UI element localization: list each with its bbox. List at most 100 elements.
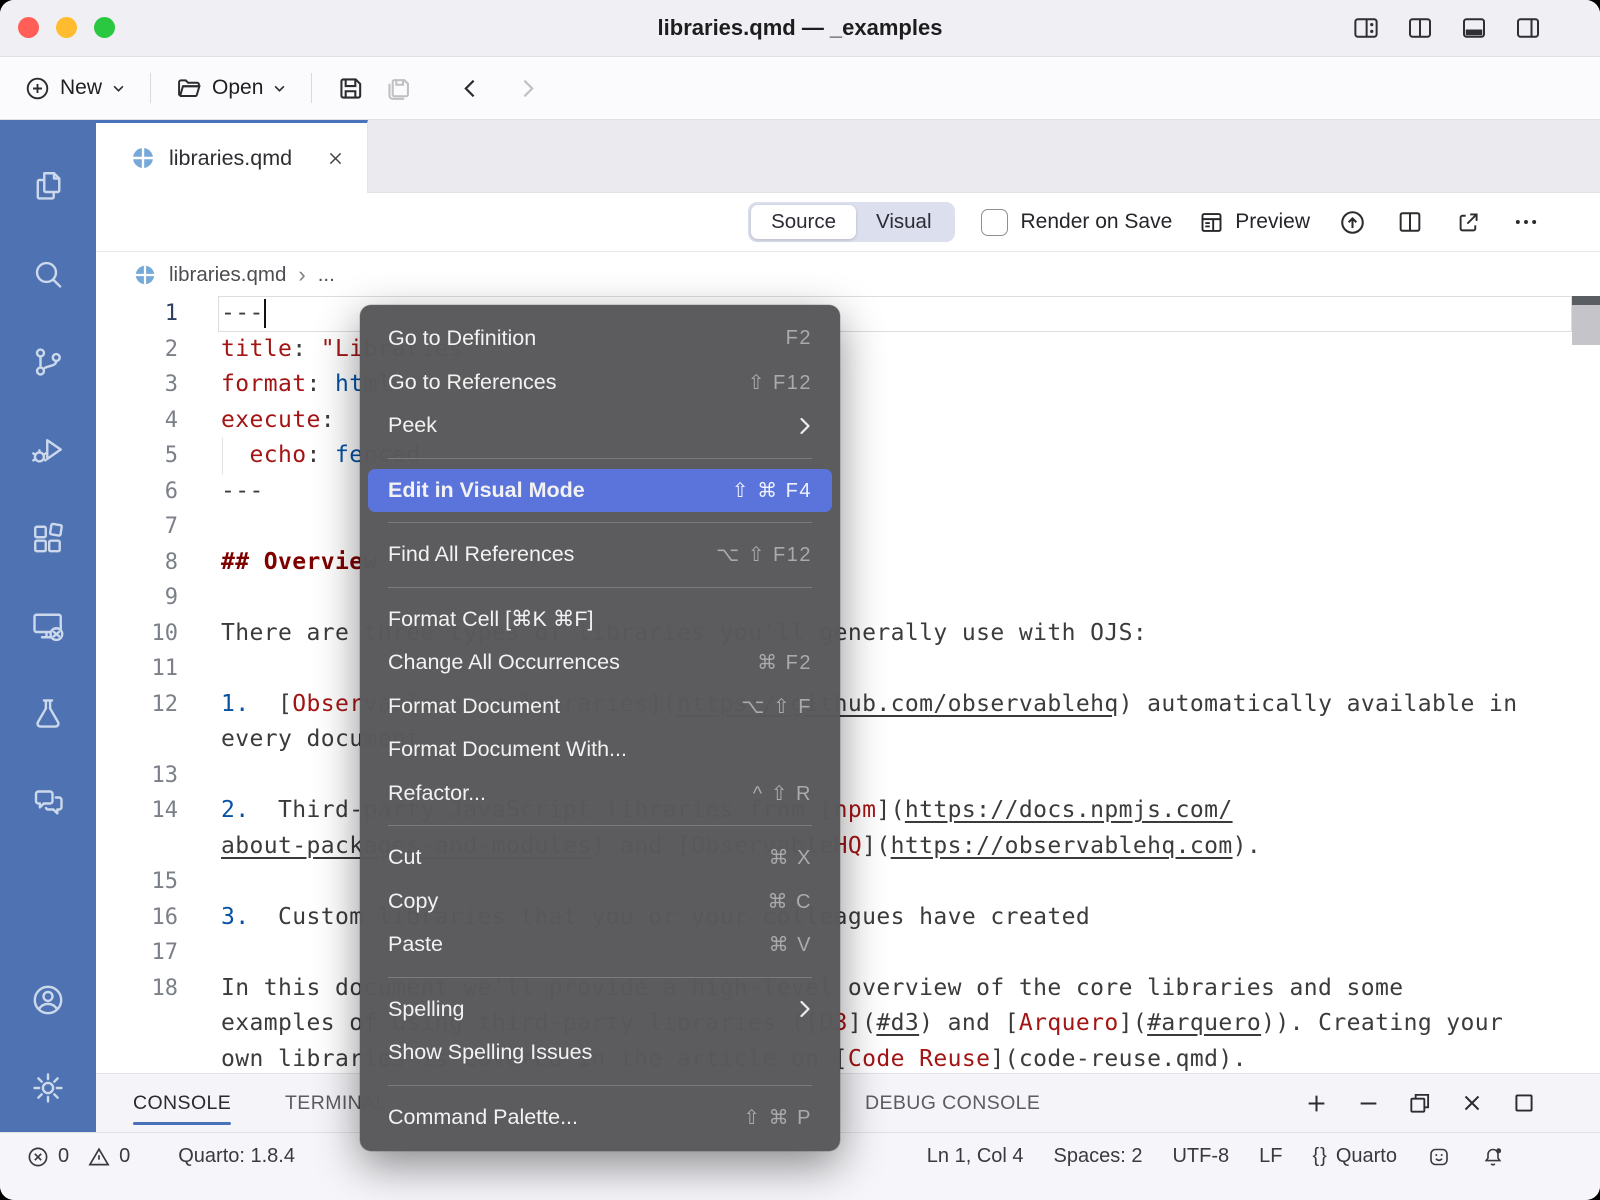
menu-item-format-cell-k-f[interactable]: Format Cell [⌘K ⌘F] xyxy=(360,598,840,642)
menu-item-spelling[interactable]: Spelling xyxy=(360,988,840,1032)
open-button-label: Open xyxy=(212,76,263,100)
code-line-17[interactable]: 17 xyxy=(96,935,1600,971)
sidebar-item-account[interactable] xyxy=(0,956,96,1044)
quarto-version[interactable]: Quarto: 1.8.4 xyxy=(178,1145,295,1168)
tab-libraries-qmd[interactable]: libraries.qmd xyxy=(96,120,368,193)
code-line-3[interactable]: 3format: html xyxy=(96,367,1600,403)
language-mode[interactable]: {} Quarto xyxy=(1312,1145,1397,1168)
code-line-wrap[interactable]: examples of using third-party libraries … xyxy=(96,1006,1600,1042)
panel-tab-console[interactable]: CONSOLE xyxy=(133,1074,231,1132)
render-on-save-toggle[interactable]: Render on Save xyxy=(981,209,1173,236)
editor-context-menu: Go to DefinitionF2Go to References⇧ F12P… xyxy=(360,305,840,1151)
code-line-6[interactable]: 6--- xyxy=(96,474,1600,510)
menu-item-command-palette[interactable]: Command Palette...⇧ ⌘ P xyxy=(360,1096,840,1140)
new-console-icon[interactable] xyxy=(1302,1089,1330,1117)
code-line-11[interactable]: 11 xyxy=(96,651,1600,687)
close-tab-icon[interactable] xyxy=(326,149,345,168)
code-editor[interactable]: 1---2title: "Libraries"3format: html4exe… xyxy=(96,296,1600,1073)
code-line-8[interactable]: 8## Overview xyxy=(96,545,1600,581)
panel-tab-debug-console[interactable]: DEBUG CONSOLE xyxy=(865,1074,1040,1132)
feedback-smiley-icon[interactable] xyxy=(1427,1145,1451,1169)
minimize-panel-icon[interactable] xyxy=(1354,1089,1382,1117)
split-editor-icon[interactable] xyxy=(1404,12,1436,44)
code-line-13[interactable]: 13 xyxy=(96,758,1600,794)
source-mode-button[interactable]: Source xyxy=(751,205,856,239)
submenu-chevron-icon xyxy=(797,415,812,437)
code-line-4[interactable]: 4execute: xyxy=(96,403,1600,439)
menu-item-label: Format Cell [⌘K ⌘F] xyxy=(388,607,812,632)
code-line-2[interactable]: 2title: "Libraries" xyxy=(96,332,1600,368)
sidebar-item-testing[interactable] xyxy=(0,670,96,758)
open-external-icon[interactable] xyxy=(1452,206,1484,238)
eol-sequence[interactable]: LF xyxy=(1259,1145,1282,1168)
code-line-7[interactable]: 7 xyxy=(96,509,1600,545)
sidebar-item-chat[interactable] xyxy=(0,758,96,846)
menu-item-show-spelling-issues[interactable]: Show Spelling Issues xyxy=(360,1031,840,1075)
open-button[interactable]: Open xyxy=(173,70,289,106)
code-line-15[interactable]: 15 xyxy=(96,864,1600,900)
menu-item-go-to-definition[interactable]: Go to DefinitionF2 xyxy=(360,317,840,361)
back-button[interactable] xyxy=(456,72,485,105)
code-line-5[interactable]: 5 echo: fenced xyxy=(96,438,1600,474)
problems-indicator[interactable]: 0 0 xyxy=(26,1145,130,1169)
indentation[interactable]: Spaces: 2 xyxy=(1054,1145,1143,1168)
activity-bar xyxy=(0,120,96,1132)
code-line-9[interactable]: 9 xyxy=(96,580,1600,616)
breadcrumb-file[interactable]: libraries.qmd xyxy=(169,263,286,287)
toggle-panel-icon[interactable] xyxy=(1458,12,1490,44)
breadcrumb-more[interactable]: ... xyxy=(318,263,335,287)
sidebar-item-search[interactable] xyxy=(0,230,96,318)
forward-button[interactable] xyxy=(513,72,542,105)
close-window-button[interactable] xyxy=(18,17,39,38)
menu-item-copy[interactable]: Copy⌘ C xyxy=(360,880,840,924)
maximize-panel-icon[interactable] xyxy=(1510,1089,1538,1117)
render-on-save-checkbox[interactable] xyxy=(981,209,1008,236)
menu-item-find-all-references[interactable]: Find All References⌥ ⇧ F12 xyxy=(360,533,840,577)
menu-item-refactor[interactable]: Refactor...^ ⇧ R xyxy=(360,772,840,816)
code-line-16[interactable]: 163. Custom libraries that you or your c… xyxy=(96,900,1600,936)
code-line-wrap[interactable]: every document. xyxy=(96,722,1600,758)
customize-layout-icon[interactable] xyxy=(1350,12,1382,44)
code-line-1[interactable]: 1--- xyxy=(96,296,1600,332)
sidebar-item-remote-sessions[interactable] xyxy=(0,582,96,670)
preview-button[interactable]: Preview xyxy=(1198,209,1310,236)
code-line-18[interactable]: 18In this document we'll provide a high-… xyxy=(96,971,1600,1007)
menu-item-format-document-with[interactable]: Format Document With... xyxy=(360,728,840,772)
sidebar-item-explorer[interactable] xyxy=(0,142,96,230)
notifications-bell-icon[interactable] xyxy=(1481,1145,1505,1169)
text-cursor xyxy=(264,299,267,328)
menu-item-edit-in-visual-mode[interactable]: Edit in Visual Mode⇧ ⌘ F4 xyxy=(368,469,832,513)
more-actions-icon[interactable] xyxy=(1510,206,1542,238)
toggle-secondary-sidebar-icon[interactable] xyxy=(1512,12,1544,44)
menu-item-change-all-occurrences[interactable]: Change All Occurrences⌘ F2 xyxy=(360,641,840,685)
code-line-12[interactable]: 121. [Observable core libraries](https:/… xyxy=(96,687,1600,723)
minimize-window-button[interactable] xyxy=(56,17,77,38)
split-editor-icon[interactable] xyxy=(1394,206,1426,238)
visual-mode-button[interactable]: Visual xyxy=(856,205,951,239)
cursor-position[interactable]: Ln 1, Col 4 xyxy=(927,1145,1024,1168)
sidebar-item-extensions[interactable] xyxy=(0,494,96,582)
menu-item-go-to-references[interactable]: Go to References⇧ F12 xyxy=(360,361,840,405)
menu-item-paste[interactable]: Paste⌘ V xyxy=(360,923,840,967)
code-line-10[interactable]: 10There are three types of libraries you… xyxy=(96,616,1600,652)
restore-panel-icon[interactable] xyxy=(1406,1089,1434,1117)
publish-icon[interactable] xyxy=(1336,206,1368,238)
testing-icon xyxy=(30,696,66,732)
encoding[interactable]: UTF-8 xyxy=(1172,1145,1229,1168)
sidebar-item-source-control[interactable] xyxy=(0,318,96,406)
close-panel-icon[interactable] xyxy=(1458,1089,1486,1117)
new-button[interactable]: New xyxy=(22,71,128,106)
sidebar-item-settings[interactable] xyxy=(0,1044,96,1132)
zoom-window-button[interactable] xyxy=(94,17,115,38)
tab-title: libraries.qmd xyxy=(169,146,313,171)
code-line-14[interactable]: 142. Third-party JavaScript libraries fr… xyxy=(96,793,1600,829)
menu-item-peek[interactable]: Peek xyxy=(360,404,840,448)
menu-item-cut[interactable]: Cut⌘ X xyxy=(360,836,840,880)
code-line-wrap[interactable]: own libraries is covered in the article … xyxy=(96,1042,1600,1074)
save-all-button[interactable] xyxy=(381,69,416,108)
save-button[interactable] xyxy=(334,70,367,107)
menu-item-format-document[interactable]: Format Document⌥ ⇧ F xyxy=(360,685,840,729)
sidebar-item-run-debug[interactable] xyxy=(0,406,96,494)
quarto-file-icon xyxy=(130,145,156,171)
code-line-wrap[interactable]: about-packages-and-modules) and [Observa… xyxy=(96,829,1600,865)
